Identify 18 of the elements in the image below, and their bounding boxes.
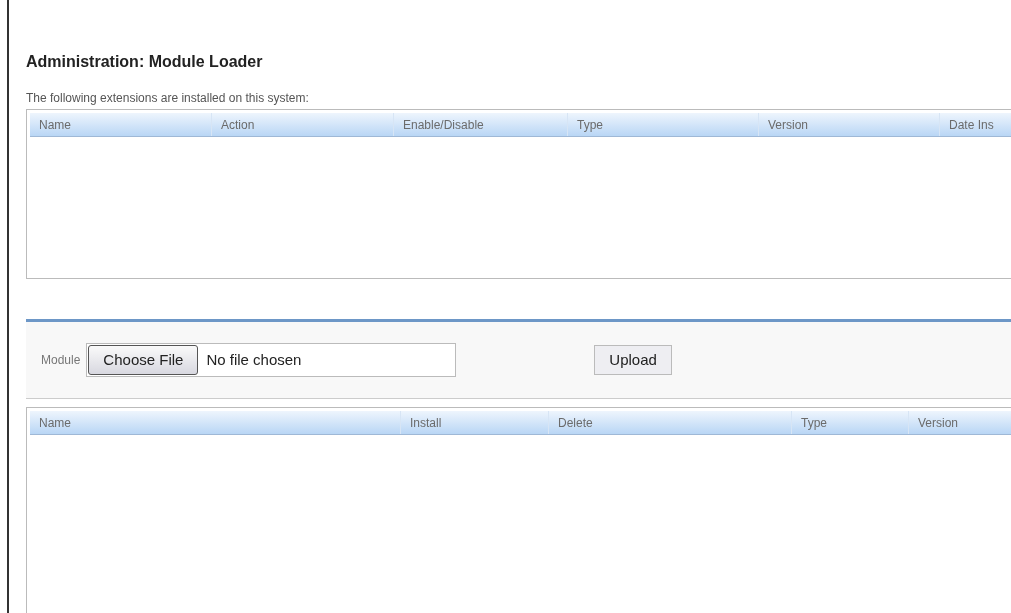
column-header: Date Ins <box>949 116 994 134</box>
caption: The following extensions are installed on this system: <box>26 90 310 107</box>
column-header: Install <box>410 414 442 432</box>
column-header: Delete <box>558 414 593 432</box>
column-header: Name <box>39 116 71 134</box>
file-status: No file chosen <box>206 349 302 370</box>
column-header: Type <box>801 414 827 432</box>
upload-button[interactable]: Upload <box>594 345 672 375</box>
column-header: Enable/Disable <box>403 116 484 134</box>
column-header: Version <box>768 116 809 134</box>
module-label: Module <box>41 352 81 369</box>
file-input[interactable]: Choose File No file chosen <box>86 343 457 377</box>
column-header: Type <box>577 116 603 134</box>
column-header: Name <box>39 414 71 432</box>
column-header: Version <box>918 414 959 432</box>
choose-file-button[interactable]: Choose File <box>88 344 199 376</box>
page-title: Administration: Module Loader <box>26 52 264 72</box>
column-header: Action <box>221 116 255 134</box>
